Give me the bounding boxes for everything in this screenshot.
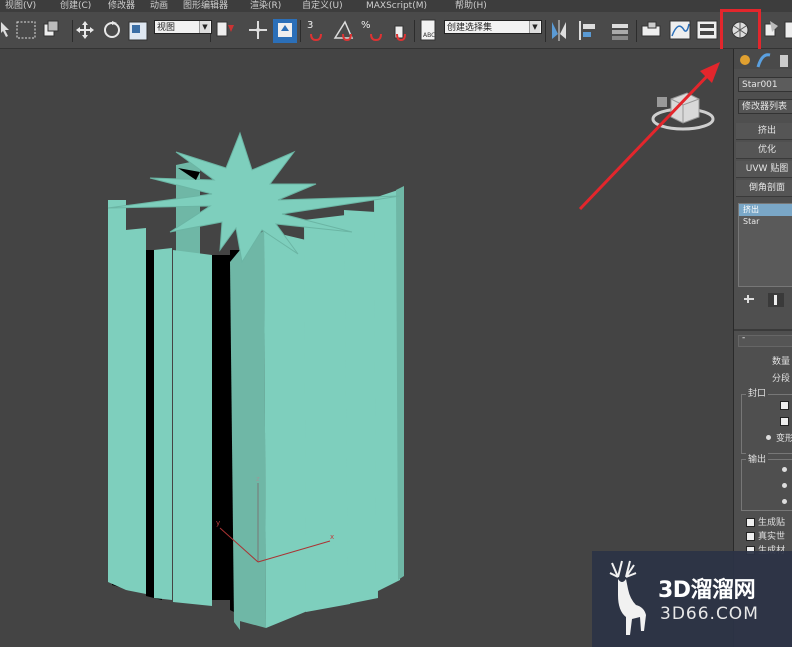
uvw-map-button[interactable]: UVW 贴图 (736, 161, 792, 178)
curve-editor-icon (669, 20, 691, 40)
select-and-manipulate-icon (273, 19, 297, 43)
cap-start-checkbox[interactable] (780, 401, 789, 410)
show-end-result-icon (774, 295, 777, 305)
output-patch-radio[interactable] (782, 467, 787, 472)
align-icon (579, 21, 595, 40)
panel-tabs (734, 49, 792, 69)
rotate-icon (104, 21, 120, 38)
output-nurbs-radio[interactable] (782, 499, 787, 504)
reference-coordinate-value: 视图 (157, 23, 176, 33)
reference-coordinate-dropdown[interactable]: 视图 ▼ (154, 20, 212, 34)
stack-item-extrude[interactable]: 挤出 (739, 204, 792, 216)
optimize-button[interactable]: 优化 (736, 142, 792, 159)
chevron-down-icon: ▼ (529, 21, 540, 33)
layer-manager-icon (612, 24, 628, 40)
axis-y-label: y (216, 519, 220, 527)
named-selection-set-dropdown[interactable]: 创建选择集 ▼ (444, 20, 542, 34)
rect-region-icon (16, 21, 36, 39)
percent-snap-icon (370, 33, 382, 42)
pin-stack-icon (744, 295, 754, 303)
annotation-arrow (578, 62, 720, 211)
bevel-profile-button[interactable]: 倒角剖面 (736, 180, 792, 197)
deer-logo-icon (609, 560, 646, 635)
amount-label: 数量 (772, 357, 791, 367)
real-world-checkbox[interactable] (746, 532, 755, 541)
menu-create[interactable]: 创建(C) (60, 0, 91, 12)
scale-icon (128, 21, 148, 41)
morph-label: 变形 (776, 434, 792, 444)
schematic-view-icon (696, 20, 718, 40)
segments-label: 分段 (772, 374, 791, 384)
watermark-title: 3D溜溜网 (658, 578, 756, 603)
edit-named-selection-icon (216, 21, 234, 37)
stack-item-star[interactable]: Star (739, 216, 792, 228)
menu-bar: 视图(V) 创建(C) 修改器 动画 图形编辑器 渲染(R) 自定义(U) MA… (0, 0, 792, 12)
stack-controls (744, 293, 784, 307)
menu-help[interactable]: 帮助(H) (455, 0, 487, 12)
parameters-rollout-header[interactable]: - (738, 333, 792, 347)
toolbar-separator (72, 20, 73, 42)
cap-group-label: 封口 (746, 386, 769, 399)
render-setup-icon (764, 21, 778, 37)
menu-customize[interactable]: 自定义(U) (302, 0, 343, 12)
menu-maxscript[interactable]: MAXScript(M) (366, 0, 427, 12)
axis-x-label: x (330, 533, 334, 541)
extrude-button[interactable]: 挤出 (736, 123, 792, 140)
toolbar-separator (300, 20, 301, 42)
transform-center-icon (249, 21, 267, 39)
menu-rendering[interactable]: 渲染(R) (250, 0, 281, 12)
menu-modifiers[interactable]: 修改器 (108, 0, 135, 12)
move-icon (76, 21, 94, 39)
chevron-down-icon: ▼ (199, 21, 210, 33)
svg-text:ABC: ABC (423, 32, 435, 39)
named-selection-set-value: 创建选择集 (447, 23, 493, 33)
modifier-list-label: 修改器列表 (742, 102, 788, 112)
toggle-ribbon-icon (641, 21, 661, 37)
collapse-icon: - (742, 333, 746, 343)
percent-snap-label[interactable]: % (361, 20, 371, 31)
spinner-snap-icon (394, 25, 406, 42)
edit-named-sets-icon: ABC (420, 19, 436, 41)
extruded-star-object (107, 131, 404, 630)
render-frame-icon (784, 21, 792, 39)
select-object-icon (1, 22, 9, 37)
toolbar-separator (414, 20, 415, 42)
menu-view[interactable]: 视图(V) (5, 0, 36, 12)
toolbar-separator (545, 20, 546, 42)
modifier-list-dropdown[interactable]: 修改器列表 (738, 99, 792, 114)
window-crossing-icon (43, 20, 59, 37)
create-tab-icon (740, 55, 750, 65)
menu-graph-editors[interactable]: 图形编辑器 (183, 0, 228, 12)
toolbar-separator (636, 20, 637, 42)
snap-3-label[interactable]: 3 (307, 20, 313, 31)
object-name-value: Star001 (742, 80, 778, 90)
hierarchy-tab-icon (780, 55, 788, 67)
generate-mapping-label: 生成贴 (758, 518, 786, 528)
real-world-label: 真实世 (758, 532, 786, 542)
morph-radio[interactable] (766, 435, 771, 440)
generate-mapping-checkbox[interactable] (746, 518, 755, 527)
panel-divider (734, 329, 792, 331)
toolbar-icons: ABC (1, 19, 792, 43)
snap-toggle-icon (310, 33, 322, 42)
cap-end-checkbox[interactable] (780, 417, 789, 426)
output-mesh-radio[interactable] (782, 483, 787, 488)
menu-animation[interactable]: 动画 (150, 0, 168, 12)
output-group-label: 输出 (746, 452, 769, 465)
object-name-field[interactable]: Star001 (738, 77, 792, 92)
main-toolbar: ABC 视图 ▼ 创建选择集 ▼ 3 % (0, 9, 792, 59)
modifier-stack: 挤出 Star (738, 203, 792, 287)
angle-snap-icon (333, 20, 354, 42)
mirror-icon (552, 20, 566, 41)
watermark-url: 3D66.COM (660, 604, 759, 624)
axis-z-label: z (256, 475, 260, 483)
